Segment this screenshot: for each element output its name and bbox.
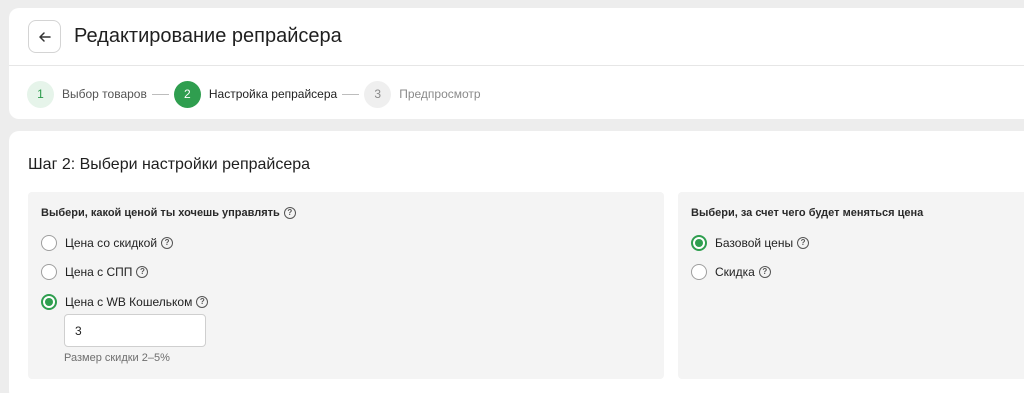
step-connector <box>151 93 169 95</box>
step-number: 3 <box>364 80 392 108</box>
help-icon[interactable]: ? <box>283 207 296 219</box>
header-divider <box>9 65 1024 66</box>
radio-button-checked[interactable] <box>691 235 707 251</box>
radio-button[interactable] <box>691 264 707 280</box>
arrow-left-icon <box>38 31 51 42</box>
step-number: 2 <box>173 80 201 108</box>
discount-hint: Размер скидки 2–5% <box>64 352 170 364</box>
change-source-heading: Выбери, за счет чего будет меняться цена <box>691 207 924 219</box>
step-number: 1 <box>27 80 54 108</box>
radio-spp-price[interactable]: Цена с СПП ? <box>41 264 149 280</box>
radio-label: Цена с WB Кошельком <box>65 295 193 309</box>
radio-base-price[interactable]: Базовой цены ? <box>691 235 810 251</box>
price-control-heading: Выбери, какой ценой ты хочешь управлять … <box>41 207 296 219</box>
radio-discount[interactable]: Скидка ? <box>691 264 771 280</box>
radio-wb-wallet-price[interactable]: Цена с WB Кошельком ? <box>41 294 209 310</box>
radio-label: Базовой цены <box>715 236 794 250</box>
back-button[interactable] <box>28 20 61 53</box>
radio-button[interactable] <box>41 264 57 280</box>
step-label: Предпросмотр <box>399 87 481 101</box>
radio-label: Скидка <box>715 265 755 279</box>
heading-text: Выбери, какой ценой ты хочешь управлять <box>41 207 280 219</box>
header-card: Редактирование репрайсера 1 Выбор товаро… <box>9 8 1024 119</box>
help-icon[interactable]: ? <box>196 296 209 308</box>
radio-label: Цена с СПП <box>65 265 133 279</box>
radio-label: Цена со скидкой <box>65 236 158 250</box>
step-select-products[interactable]: 1 Выбор товаров <box>27 80 147 108</box>
page-title: Редактирование репрайсера <box>74 25 342 47</box>
radio-discount-price[interactable]: Цена со скидкой ? <box>41 235 174 251</box>
price-control-panel: Выбери, какой ценой ты хочешь управлять … <box>28 192 664 379</box>
help-icon[interactable]: ? <box>758 266 771 278</box>
help-icon[interactable]: ? <box>161 237 174 249</box>
stepper: 1 Выбор товаров 2 Настройка репрайсера 3… <box>27 80 481 108</box>
radio-button[interactable] <box>41 235 57 251</box>
radio-button-checked[interactable] <box>41 294 57 310</box>
discount-size-input[interactable] <box>64 314 206 347</box>
step-repricer-settings[interactable]: 2 Настройка репрайсера <box>173 80 338 108</box>
section-title: Шаг 2: Выбери настройки репрайсера <box>28 156 311 173</box>
change-source-panel: Выбери, за счет чего будет меняться цена… <box>678 192 1024 379</box>
settings-card: Шаг 2: Выбери настройки репрайсера Выбер… <box>9 131 1024 393</box>
step-label: Выбор товаров <box>62 87 147 101</box>
step-connector <box>342 93 360 95</box>
step-preview[interactable]: 3 Предпросмотр <box>364 80 481 108</box>
help-icon[interactable]: ? <box>797 237 810 249</box>
help-icon[interactable]: ? <box>136 266 149 278</box>
step-label: Настройка репрайсера <box>208 87 338 101</box>
